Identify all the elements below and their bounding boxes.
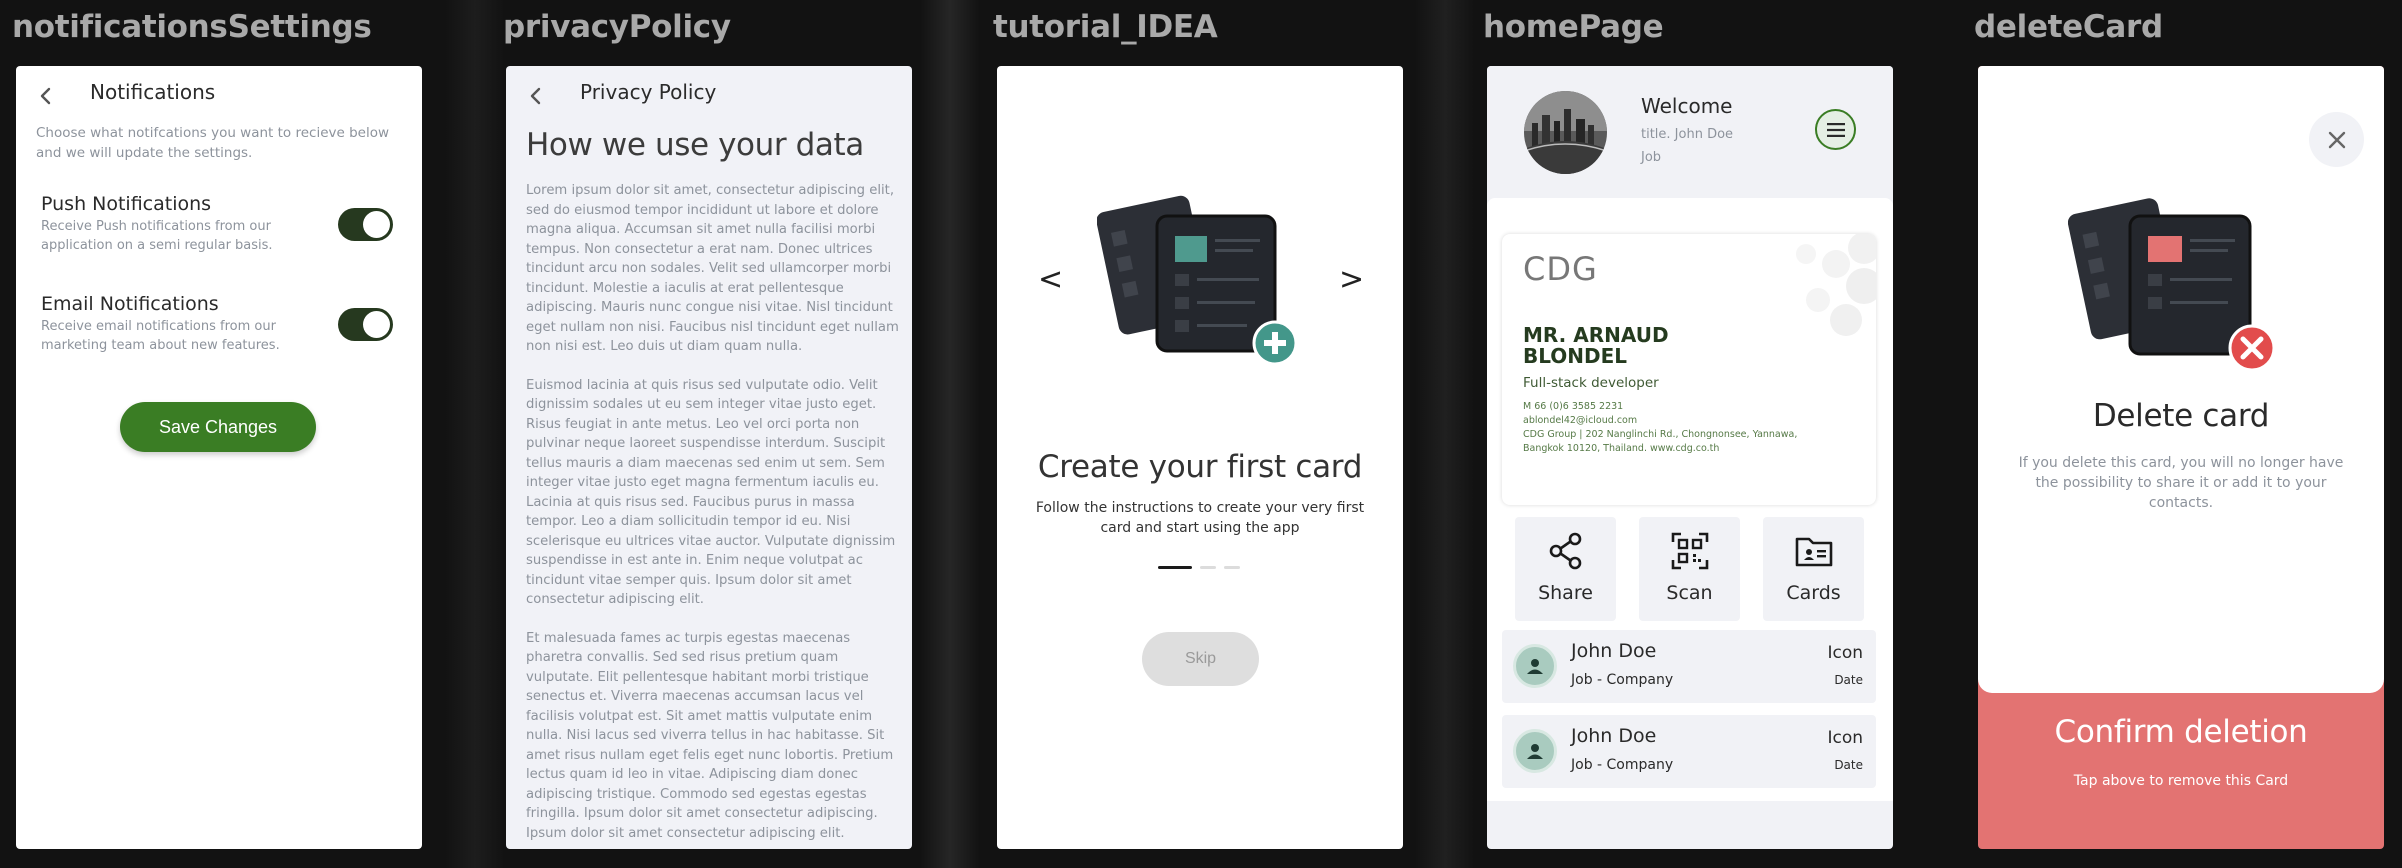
- page-dot[interactable]: [1200, 566, 1216, 569]
- tutorial-description: Follow the instructions to create your v…: [1035, 500, 1365, 536]
- contact-name: John Doe: [1571, 725, 1657, 747]
- page-dot-active[interactable]: [1158, 566, 1192, 569]
- avatar[interactable]: [1524, 91, 1607, 174]
- scan-label: Scan: [1666, 582, 1713, 604]
- welcome-heading: Welcome: [1641, 94, 1733, 118]
- business-card[interactable]: CDG MR. ARNAUD BLONDEL Full-stack develo…: [1502, 234, 1876, 505]
- toggle-knob: [363, 311, 390, 338]
- cards-button[interactable]: Cards: [1763, 517, 1864, 621]
- email-notifications-desc: Receive email notifications from our mar…: [41, 319, 280, 353]
- confirm-deletion-subtitle: Tap above to remove this Card: [2073, 773, 2289, 789]
- folder-card-icon: [1763, 531, 1864, 571]
- delete-card-illustration: [2068, 198, 2276, 372]
- page-dot[interactable]: [1224, 566, 1240, 569]
- plus-circle-icon: [1252, 320, 1298, 366]
- background-streak: [445, 0, 505, 868]
- card-address: CDG Group | 202 Nanglinchi Rd., Chongnon…: [1523, 429, 1798, 440]
- contact-row[interactable]: John Doe Job - Company Icon Date: [1502, 630, 1876, 703]
- card-email: ablondel42@icloud.com: [1523, 415, 1638, 426]
- contact-icon-label: Icon: [1827, 728, 1863, 748]
- email-notifications-toggle[interactable]: [338, 308, 393, 341]
- home-screen: Welcome title. John Doe Job CDG MR. ARNA…: [1487, 66, 1893, 849]
- page-indicator: [1158, 566, 1240, 569]
- share-button[interactable]: Share: [1515, 517, 1616, 621]
- company-logo: CDG: [1523, 250, 1598, 288]
- push-notifications-desc: Receive Push notifications from our appl…: [41, 219, 273, 253]
- frame-title-home: homePage: [1483, 9, 1664, 45]
- save-changes-button[interactable]: Save Changes: [120, 402, 316, 452]
- user-job: Job: [1641, 150, 1662, 165]
- topbar: Notifications: [16, 66, 422, 126]
- privacy-paragraph: Et malesuada fames ac turpis egestas mae…: [526, 630, 894, 841]
- card-role: Full-stack developer: [1523, 375, 1659, 391]
- page-title: Notifications: [90, 80, 216, 104]
- hamburger-icon: [1826, 122, 1845, 137]
- push-notifications-toggle[interactable]: [338, 208, 393, 241]
- contact-name: John Doe: [1571, 640, 1657, 662]
- delete-card-screen: Delete card If you delete this card, you…: [1978, 66, 2384, 849]
- confirm-deletion-title: Confirm deletion: [2054, 714, 2308, 750]
- topbar: Privacy Policy: [506, 66, 912, 126]
- share-icon: [1515, 531, 1616, 571]
- email-notifications-title: Email Notifications: [41, 293, 219, 315]
- cards-label: Cards: [1786, 582, 1841, 604]
- delete-card-panel[interactable]: Delete card If you delete this card, you…: [1978, 66, 2384, 693]
- privacy-policy-screen: Privacy Policy How we use your data Lore…: [506, 66, 912, 849]
- create-card-illustration: [1097, 195, 1298, 366]
- push-notifications-title: Push Notifications: [41, 193, 212, 215]
- contact-row[interactable]: John Doe Job - Company Icon Date: [1502, 715, 1876, 788]
- contact-job: Job - Company: [1571, 672, 1674, 688]
- frame-title-notifications: notificationsSettings: [12, 9, 372, 45]
- background-streak: [1415, 0, 1475, 868]
- toggle-knob: [363, 211, 390, 238]
- privacy-paragraph: Lorem ipsum dolor sit amet, consectetur …: [526, 183, 899, 354]
- card-pattern: [1796, 234, 1876, 336]
- background-streak: [920, 0, 980, 868]
- contact-date: Date: [1834, 673, 1863, 687]
- next-arrow[interactable]: >: [1339, 262, 1364, 297]
- privacy-heading: How we use your data: [526, 127, 864, 163]
- chevron-left-icon[interactable]: [34, 84, 58, 108]
- home-header: Welcome title. John Doe Job: [1487, 66, 1893, 198]
- notifications-screen: Notifications Choose what notifcations y…: [16, 66, 422, 849]
- contact-icon-label: Icon: [1827, 643, 1863, 663]
- contact-date: Date: [1834, 758, 1863, 772]
- scan-button[interactable]: Scan: [1639, 517, 1740, 621]
- x-circle-icon: [2228, 324, 2276, 372]
- share-label: Share: [1538, 582, 1593, 604]
- intro-text: Choose what notifcations you want to rec…: [36, 125, 390, 161]
- page-title: Privacy Policy: [580, 80, 717, 104]
- privacy-paragraph: Euismod lacinia at quis risus sed vulput…: [526, 377, 896, 608]
- privacy-body: Lorem ipsum dolor sit amet, consectetur …: [526, 181, 906, 849]
- card-phone: M 66 (0)6 3585 2231: [1523, 401, 1624, 412]
- contact-job: Job - Company: [1571, 757, 1674, 773]
- delete-description: If you delete this card, you will no lon…: [2018, 455, 2344, 511]
- user-title: title. John Doe: [1641, 127, 1734, 142]
- person-icon: [1513, 644, 1557, 688]
- frame-title-privacy: privacyPolicy: [503, 9, 731, 45]
- qr-scan-icon: [1639, 531, 1740, 571]
- frame-title-tutorial: tutorial_IDEA: [993, 9, 1218, 45]
- close-icon: [2328, 131, 2345, 148]
- tutorial-screen: < > Create your first card Follow the in…: [997, 66, 1403, 849]
- frame-title-delete: deleteCard: [1974, 9, 2163, 45]
- close-button[interactable]: [2309, 112, 2364, 167]
- menu-button[interactable]: [1815, 109, 1856, 150]
- skip-button[interactable]: Skip: [1142, 632, 1259, 686]
- chevron-left-icon[interactable]: [524, 84, 548, 108]
- previous-arrow[interactable]: <: [1038, 262, 1063, 297]
- person-icon: [1513, 729, 1557, 773]
- card-holder-name: MR. ARNAUD BLONDEL: [1523, 323, 1669, 368]
- delete-title: Delete card: [2092, 398, 2270, 434]
- tutorial-title: Create your first card: [1037, 449, 1363, 485]
- card-address: Bangkok 10120, Thailand. www.cdg.co.th: [1523, 443, 1720, 454]
